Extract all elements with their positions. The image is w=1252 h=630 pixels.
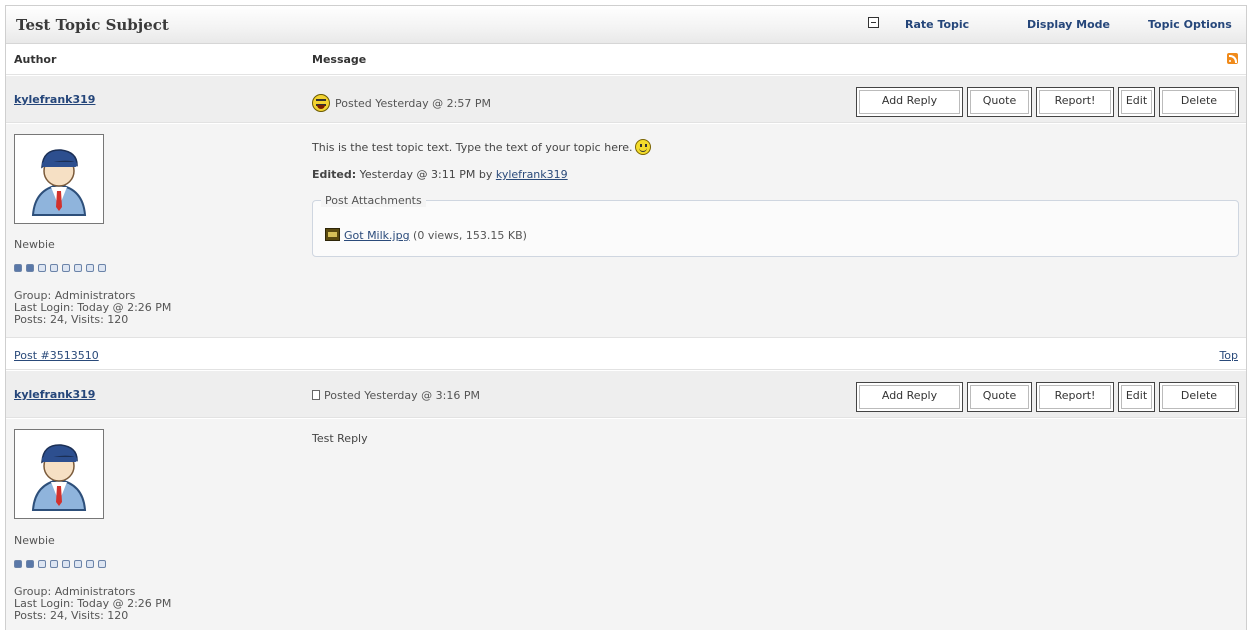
rank-pip: [38, 560, 46, 568]
user-avatar-icon: [31, 444, 87, 511]
post-body: Newbie Group: Administrators Last Login:…: [6, 124, 1246, 338]
attachment-meta: (0 views, 153.15 KB): [409, 229, 527, 242]
post-edited-note: Edited: Yesterday @ 3:11 PM by kylefrank…: [312, 168, 568, 181]
topic-options-link[interactable]: Topic Options: [1148, 18, 1232, 31]
post-timestamp: Posted Yesterday @ 3:16 PM: [312, 389, 480, 402]
post-permalink[interactable]: Post #3513510: [14, 349, 99, 362]
post-author-link[interactable]: kylefrank319: [14, 388, 95, 401]
rank-pip: [86, 560, 94, 568]
user-avatar-icon: [31, 149, 87, 216]
report-button[interactable]: Report!: [1036, 382, 1114, 412]
post-body: Newbie Group: Administrators Last Login:…: [6, 419, 1246, 630]
author-column-label: Author: [14, 53, 57, 66]
document-icon: [312, 390, 320, 400]
post-header: kylefrank319 Posted Yesterday @ 3:16 PM …: [6, 371, 1246, 418]
rank-pip: [62, 560, 70, 568]
rank-pip: [50, 560, 58, 568]
report-button[interactable]: Report!: [1036, 87, 1114, 117]
post-attachments: Post Attachments Got Milk.jpg (0 views, …: [312, 194, 1239, 257]
rank-pip: [98, 560, 106, 568]
post-header: kylefrank319 Posted Yesterday @ 2:57 PM …: [6, 76, 1246, 123]
attachment-link[interactable]: Got Milk.jpg: [344, 229, 410, 242]
post-text: This is the test topic text. Type the te…: [312, 141, 633, 154]
add-reply-button[interactable]: Add Reply: [856, 382, 963, 412]
edit-button[interactable]: Edit: [1118, 87, 1155, 117]
edited-by-link[interactable]: kylefrank319: [496, 168, 568, 181]
posted-text: Posted Yesterday @ 3:16 PM: [324, 389, 480, 402]
display-mode-link[interactable]: Display Mode: [1027, 18, 1110, 31]
add-reply-button[interactable]: Add Reply: [856, 87, 963, 117]
edited-text: Yesterday @ 3:11 PM by: [356, 168, 496, 181]
attachment-item: Got Milk.jpg (0 views, 153.15 KB): [325, 228, 527, 242]
forum-topic-panel: Test Topic Subject Rate Topic Display Mo…: [5, 5, 1247, 630]
message-column-label: Message: [312, 53, 367, 66]
delete-button[interactable]: Delete: [1159, 87, 1239, 117]
user-rank: Newbie: [14, 238, 55, 251]
column-header: Author Message: [6, 44, 1246, 75]
post-message: This is the test topic text. Type the te…: [312, 139, 651, 155]
posted-text: Posted Yesterday @ 2:57 PM: [335, 97, 491, 110]
user-stats: Posts: 24, Visits: 120: [14, 313, 129, 326]
rank-pip: [14, 560, 22, 568]
image-file-icon: [325, 228, 340, 241]
rate-topic-link[interactable]: Rate Topic: [905, 18, 969, 31]
rank-pip: [74, 264, 82, 272]
rank-pip: [38, 264, 46, 272]
topic-title: Test Topic Subject: [16, 16, 169, 34]
edit-button[interactable]: Edit: [1118, 382, 1155, 412]
smiley-icon: [634, 139, 651, 155]
quote-button[interactable]: Quote: [967, 87, 1032, 117]
rank-pip: [98, 264, 106, 272]
collapse-icon[interactable]: [868, 17, 879, 28]
topic-title-bar: Test Topic Subject Rate Topic Display Mo…: [6, 6, 1246, 44]
post-text: Test Reply: [312, 432, 368, 445]
rank-pip: [62, 264, 70, 272]
post-message: Test Reply: [312, 432, 368, 445]
rank-pip: [74, 560, 82, 568]
attachments-label: Post Attachments: [321, 194, 426, 207]
emoticon-icon: [312, 94, 330, 112]
top-link[interactable]: Top: [1219, 349, 1238, 362]
delete-button[interactable]: Delete: [1159, 382, 1239, 412]
avatar: [14, 134, 104, 224]
rank-pip: [50, 264, 58, 272]
user-rank: Newbie: [14, 534, 55, 547]
rank-pip: [14, 264, 22, 272]
rank-pip: [86, 264, 94, 272]
rank-pip: [26, 264, 34, 272]
post-author-link[interactable]: kylefrank319: [14, 93, 95, 106]
rank-pip: [26, 560, 34, 568]
quote-button[interactable]: Quote: [967, 382, 1032, 412]
edited-label: Edited:: [312, 168, 357, 181]
post-timestamp: Posted Yesterday @ 2:57 PM: [312, 94, 491, 112]
user-stats: Posts: 24, Visits: 120: [14, 609, 129, 622]
rss-feed-icon[interactable]: [1227, 53, 1238, 64]
avatar: [14, 429, 104, 519]
post-footer: Post #3513510 Top: [6, 339, 1246, 370]
